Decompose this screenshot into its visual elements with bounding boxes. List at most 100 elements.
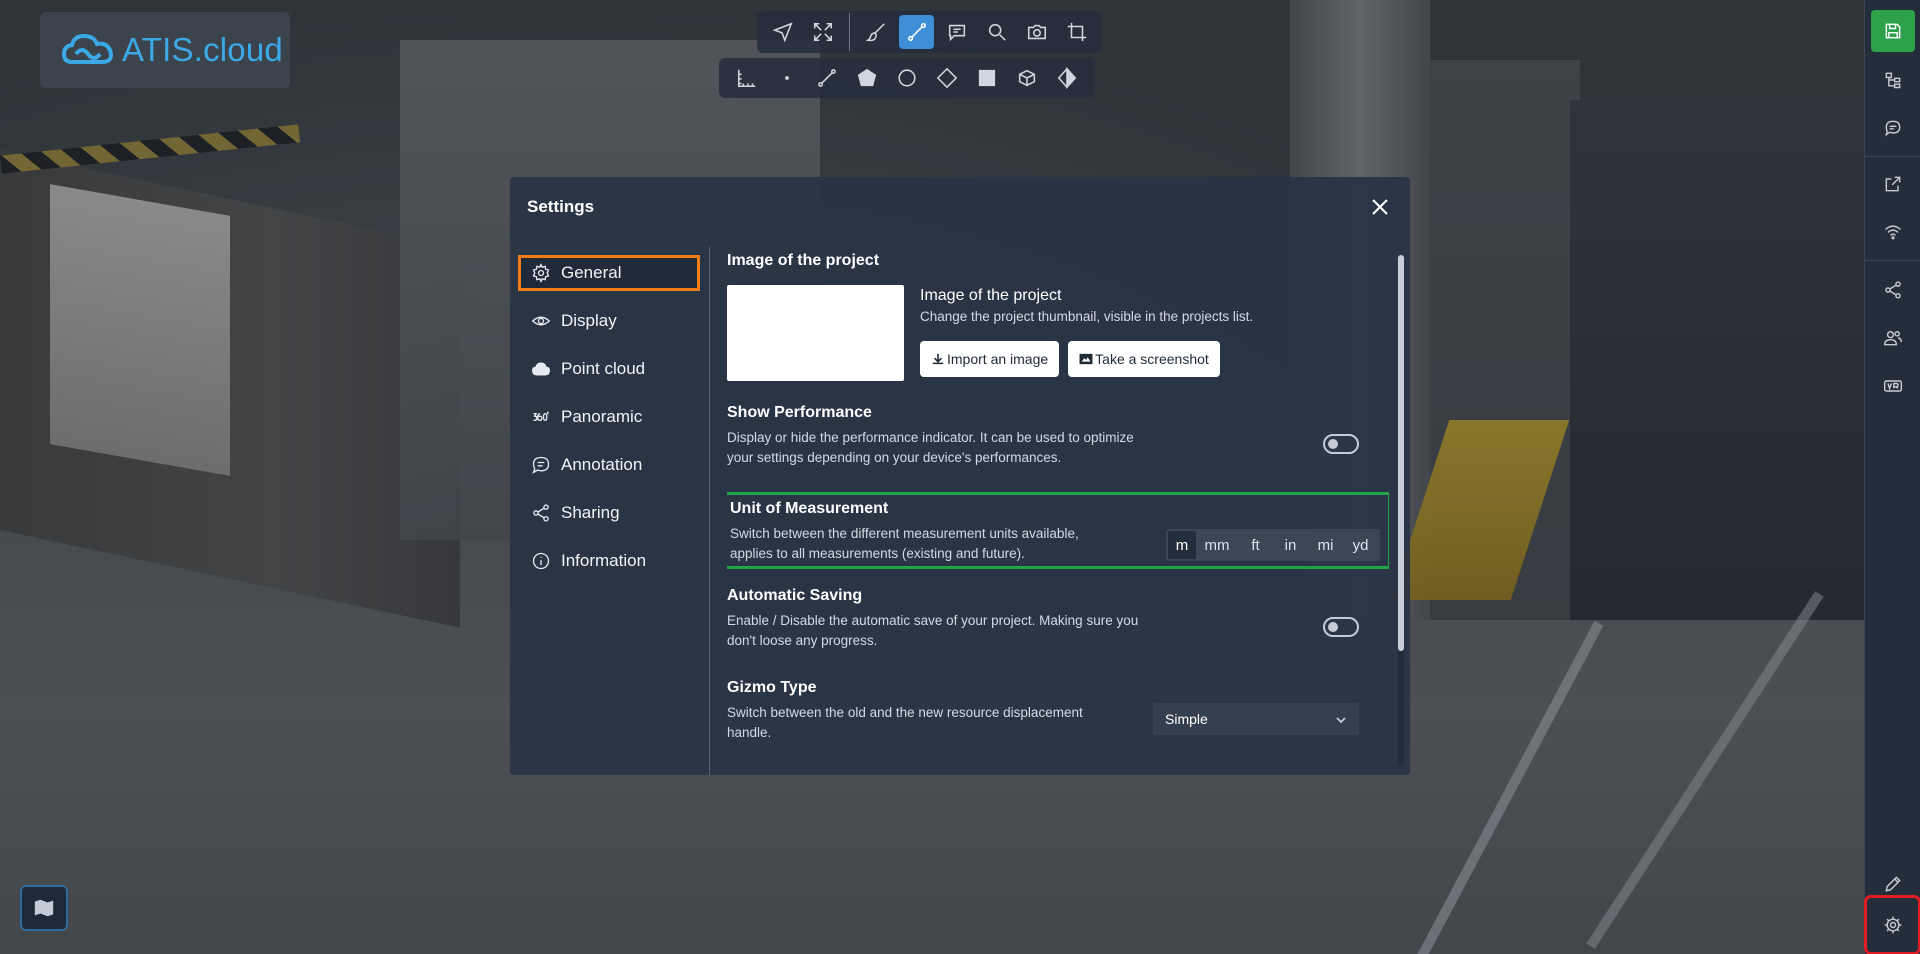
settings-scrollbar[interactable]	[1398, 255, 1404, 767]
fullscreen-button[interactable]	[805, 15, 840, 49]
unit-option-mi[interactable]: mi	[1308, 531, 1343, 559]
circle-button[interactable]	[893, 61, 921, 95]
users-icon	[1883, 331, 1903, 346]
pen-icon	[1885, 876, 1901, 892]
crop-button[interactable]	[1059, 15, 1094, 49]
comment-icon	[948, 24, 965, 42]
camera-button[interactable]	[1019, 15, 1054, 49]
polygon-button[interactable]	[853, 61, 881, 95]
diamond-button[interactable]	[933, 61, 961, 95]
main-toolbar	[757, 11, 1102, 53]
line-button[interactable]	[813, 61, 841, 95]
point-button[interactable]	[773, 61, 801, 95]
diamond-icon	[936, 67, 958, 89]
brush-button[interactable]	[859, 15, 894, 49]
project-tree-button[interactable]	[1871, 60, 1915, 100]
nav-item-label: Display	[561, 311, 617, 330]
zoom-button[interactable]	[979, 15, 1014, 49]
project-thumbnail	[727, 285, 904, 381]
area-icon	[978, 69, 996, 87]
brush-icon	[865, 23, 885, 42]
unit-option-ft[interactable]: ft	[1238, 531, 1273, 559]
settings-content[interactable]: Image of the project Image of the projec…	[727, 247, 1389, 767]
cloud-logo-icon	[62, 33, 113, 64]
wifi-icon	[1885, 225, 1901, 240]
project-image-details: Image of the project Change the project …	[920, 287, 1253, 377]
nav-item-label: Annotation	[561, 455, 643, 474]
vr-button[interactable]	[1871, 366, 1915, 406]
eye-icon	[531, 316, 551, 326]
nav-item-point-cloud[interactable]: Point cloud	[518, 351, 700, 387]
crop-icon	[1067, 22, 1086, 42]
nav-item-general[interactable]: General	[518, 255, 700, 291]
polygon-icon	[857, 68, 877, 87]
ruler-button[interactable]	[733, 61, 761, 95]
connection-button[interactable]	[1871, 212, 1915, 252]
section-description: Enable / Disable the automatic save of y…	[727, 613, 1139, 648]
map-icon	[34, 899, 54, 917]
cloud-icon	[531, 362, 551, 376]
external-link-button[interactable]	[1871, 164, 1915, 204]
gear-icon	[532, 263, 550, 283]
section-title: Automatic Saving	[727, 587, 863, 604]
import-image-button[interactable]: Import an image	[920, 341, 1060, 377]
section-title: Gizmo Type	[727, 679, 817, 696]
nav-item-label: Sharing	[561, 503, 620, 522]
save-icon	[1885, 23, 1901, 39]
comments-button[interactable]	[1871, 108, 1915, 148]
vr-icon	[1883, 380, 1903, 392]
comment-button[interactable]	[939, 15, 974, 49]
navigate-icon	[772, 22, 793, 43]
panorama-360-icon	[533, 411, 549, 422]
modal-title: Settings	[527, 197, 595, 216]
unit-selector: m mm ft in mi yd	[1166, 529, 1380, 561]
info-icon	[532, 552, 550, 570]
project-image-actions: Import an image Take a screenshot	[920, 341, 1253, 377]
unit-option-in[interactable]: in	[1273, 531, 1308, 559]
nav-item-annotation[interactable]: Annotation	[518, 447, 700, 483]
nav-item-panoramic[interactable]: Panoramic	[518, 399, 700, 435]
modal-header: Settings	[510, 177, 1410, 237]
scrollbar-thumb[interactable]	[1398, 255, 1404, 651]
autosave-toggle[interactable]	[1323, 617, 1359, 637]
map-button[interactable]	[20, 885, 68, 931]
volume-button[interactable]	[1013, 61, 1041, 95]
area-button[interactable]	[973, 61, 1001, 95]
measure-toolbar	[719, 58, 1095, 98]
circle-icon	[898, 69, 916, 87]
annotation-icon	[532, 456, 550, 474]
take-screenshot-button[interactable]: Take a screenshot	[1068, 341, 1220, 377]
share-button[interactable]	[1871, 270, 1915, 310]
unit-option-yd[interactable]: yd	[1343, 531, 1378, 559]
project-image-subtitle: Image of the project	[920, 287, 1062, 304]
unit-option-m[interactable]: m	[1168, 531, 1196, 559]
tree-icon	[1885, 72, 1901, 89]
measure-button[interactable]	[899, 15, 934, 49]
gizmo-type-select[interactable]: Simple	[1153, 703, 1359, 735]
project-image-description: Change the project thumbnail, visible in…	[920, 309, 1254, 324]
nav-item-label: General	[561, 263, 622, 282]
settings-modal: Settings General Display Point cloud Pan…	[510, 177, 1410, 775]
cut-button[interactable]	[1053, 61, 1081, 95]
sidebar-divider	[1865, 156, 1920, 157]
section-title: Show Performance	[727, 404, 872, 421]
point-icon	[785, 76, 789, 80]
nav-item-information[interactable]: Information	[518, 543, 700, 579]
volume-icon	[1018, 69, 1036, 87]
nav-item-display[interactable]: Display	[518, 303, 700, 339]
nav-item-sharing[interactable]: Sharing	[518, 495, 700, 531]
users-button[interactable]	[1871, 318, 1915, 358]
save-button[interactable]	[1871, 10, 1915, 52]
navigate-button[interactable]	[765, 15, 800, 49]
settings-button[interactable]	[1864, 895, 1920, 954]
close-button[interactable]	[1368, 195, 1392, 219]
ruler-icon	[737, 69, 756, 88]
settings-gear-icon	[1884, 916, 1901, 934]
section-description: Switch between the different measurement…	[730, 526, 1079, 561]
performance-toggle[interactable]	[1323, 434, 1359, 454]
nav-item-label: Information	[561, 551, 647, 570]
section-description: Display or hide the performance indicato…	[727, 430, 1134, 465]
nav-divider	[709, 247, 710, 775]
unit-option-mm[interactable]: mm	[1196, 531, 1238, 559]
chevron-down-icon	[1336, 717, 1346, 724]
